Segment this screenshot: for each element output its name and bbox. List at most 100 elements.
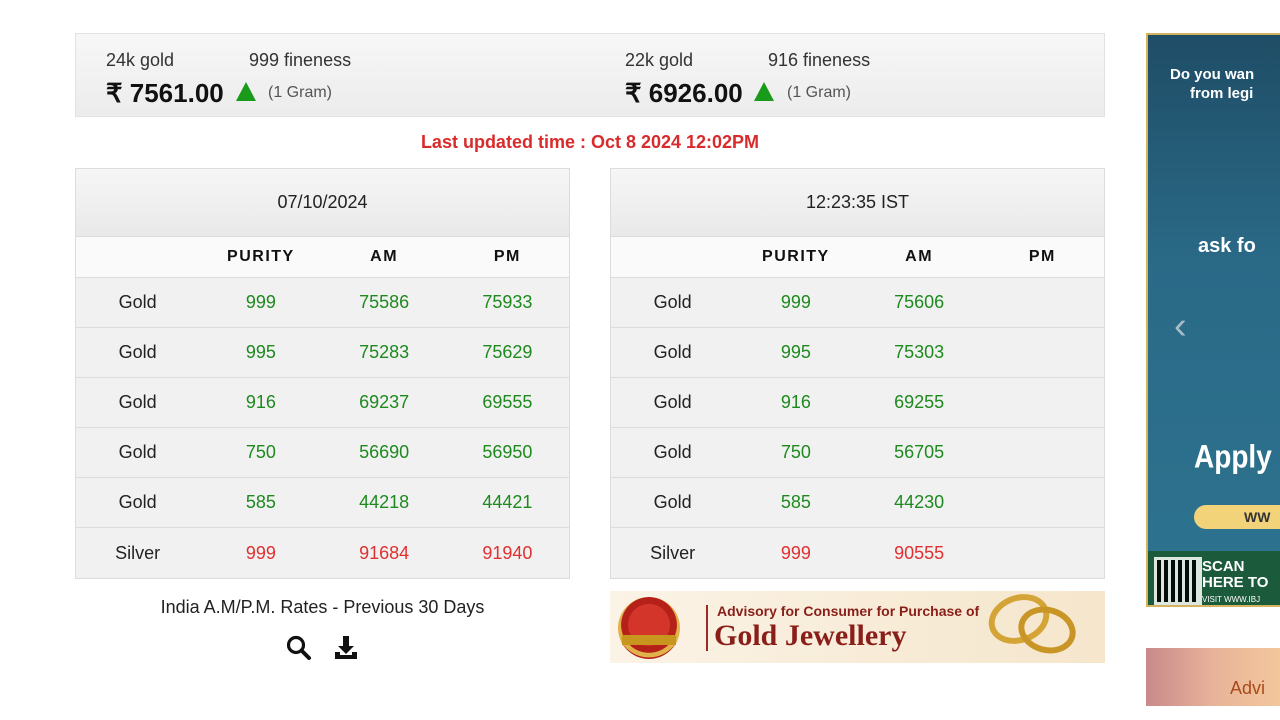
advisory-title: Gold Jewellery bbox=[714, 619, 907, 652]
purity-cell: 750 bbox=[245, 442, 276, 462]
gold-22k-label: 22k gold bbox=[625, 50, 694, 70]
ad-scan-text: SCAN HERE TO bbox=[1202, 559, 1268, 591]
gold-22k-price: ₹ 6926.00 bbox=[625, 78, 743, 108]
previous-rates-label: India A.M/P.M. Rates - Previous 30 Days bbox=[160, 597, 485, 617]
chevron-left-icon[interactable]: ‹ bbox=[1174, 305, 1187, 348]
metal-cell: Gold bbox=[653, 392, 692, 412]
pm-rate-cell: 75933 bbox=[482, 292, 533, 312]
table-column-headers: PURITY AM PM bbox=[76, 237, 569, 278]
table-row: Gold 995 75303 bbox=[611, 328, 1104, 378]
table-row: Gold 585 44230 bbox=[611, 478, 1104, 528]
table-row: Gold 750 56705 bbox=[611, 428, 1104, 478]
metal-cell: Gold bbox=[118, 442, 157, 462]
table-date-heading: 07/10/2024 bbox=[76, 169, 569, 237]
ad-ask-text: ask fo bbox=[1198, 235, 1256, 257]
am-rate-cell: 90555 bbox=[894, 542, 945, 563]
am-rate-cell: 91684 bbox=[359, 542, 410, 563]
table-row: Silver 999 90555 bbox=[611, 528, 1104, 578]
table-row: Gold 750 56690 56950 bbox=[76, 428, 569, 478]
ad-pill-text: WW bbox=[1244, 509, 1271, 525]
ad-headline-line1: Do you wan bbox=[1170, 66, 1255, 83]
column-header-purity: PURITY bbox=[227, 248, 295, 265]
metal-cell: Gold bbox=[653, 292, 692, 312]
purity-cell: 999 bbox=[245, 542, 276, 563]
pm-rate-cell: 69555 bbox=[482, 392, 533, 412]
purity-cell: 999 bbox=[780, 542, 811, 563]
am-rate-cell: 69255 bbox=[894, 392, 945, 412]
price-summary-bar: 24k gold 999 fineness ₹ 7561.00 (1 Gram)… bbox=[75, 33, 1105, 117]
table-row: Silver 999 91684 91940 bbox=[76, 528, 569, 578]
advisory-banner[interactable]: Advisory for Consumer for Purchase of Go… bbox=[610, 591, 1105, 663]
qr-code-icon bbox=[1154, 557, 1202, 605]
purity-cell: 995 bbox=[245, 342, 276, 362]
metal-cell: Gold bbox=[118, 292, 157, 312]
metal-cell: Gold bbox=[653, 342, 692, 362]
search-icon[interactable] bbox=[285, 634, 313, 662]
table-column-headers: PURITY AM PM bbox=[611, 237, 1104, 278]
column-header-pm: PM bbox=[1028, 248, 1056, 265]
ad-headline-line2: from legi bbox=[1190, 85, 1254, 102]
table-row: Gold 916 69237 69555 bbox=[76, 378, 569, 428]
ad-scan-line2: HERE TO bbox=[1202, 574, 1269, 591]
metal-cell: Gold bbox=[653, 442, 692, 462]
gold-22k-unit: (1 Gram) bbox=[787, 84, 851, 101]
gold-24k-label: 24k gold bbox=[106, 50, 175, 70]
table-row: Gold 585 44218 44421 bbox=[76, 478, 569, 528]
am-rate-cell: 75586 bbox=[359, 292, 410, 312]
metal-cell: Silver bbox=[115, 542, 161, 563]
metal-cell: Gold bbox=[118, 392, 157, 412]
purity-cell: 916 bbox=[780, 392, 811, 412]
metal-cell: Gold bbox=[118, 342, 157, 362]
am-rate-cell: 56690 bbox=[359, 442, 410, 462]
pm-rate-cell: 75629 bbox=[482, 342, 533, 362]
purity-cell: 995 bbox=[780, 342, 811, 362]
side-advertisement-2[interactable]: Advi bbox=[1146, 648, 1280, 706]
last-updated-time: Last updated time : Oct 8 2024 12:02PM bbox=[420, 132, 760, 152]
gold-22k-fineness: 916 fineness bbox=[768, 50, 871, 70]
purity-cell: 999 bbox=[245, 292, 276, 312]
purity-cell: 585 bbox=[245, 492, 276, 512]
metal-cell: Gold bbox=[653, 492, 692, 512]
column-header-am: AM bbox=[370, 248, 399, 265]
column-header-am: AM bbox=[905, 248, 934, 265]
emblem-seal-icon bbox=[618, 597, 680, 659]
am-rate-cell: 75606 bbox=[894, 292, 945, 312]
gold-24k-price: ₹ 7561.00 bbox=[106, 78, 224, 108]
table-row: Gold 999 75606 bbox=[611, 278, 1104, 328]
am-rate-cell: 75303 bbox=[894, 342, 945, 362]
gold-24k-unit: (1 Gram) bbox=[268, 84, 332, 101]
ad-headline: Do you wan from legi bbox=[1170, 65, 1254, 103]
advisory-subtitle: Advisory for Consumer for Purchase of bbox=[717, 603, 980, 619]
table-row: Gold 995 75283 75629 bbox=[76, 328, 569, 378]
trend-up-icon bbox=[754, 82, 774, 101]
side-advertisement[interactable]: Do you wan from legi ask fo ‹ Apply I WW… bbox=[1146, 33, 1280, 607]
am-rate-cell: 44218 bbox=[359, 492, 410, 512]
am-rate-cell: 56705 bbox=[894, 442, 945, 462]
purity-cell: 916 bbox=[245, 392, 276, 412]
metal-cell: Gold bbox=[118, 492, 157, 512]
purity-cell: 999 bbox=[780, 292, 811, 312]
metal-cell: Silver bbox=[650, 542, 696, 563]
ad-scan-line1: SCAN bbox=[1202, 558, 1245, 575]
ad2-text: Advi bbox=[1230, 678, 1266, 698]
column-header-purity: PURITY bbox=[762, 248, 830, 265]
am-rate-cell: 44230 bbox=[894, 492, 945, 512]
ad-apply-text: Apply I bbox=[1194, 438, 1280, 475]
am-rate-cell: 75283 bbox=[359, 342, 410, 362]
download-icon[interactable] bbox=[332, 634, 360, 662]
column-header-pm: PM bbox=[493, 248, 521, 265]
seal-ribbon bbox=[622, 635, 676, 645]
ad-url: VISIT WWW.IBJ bbox=[1202, 595, 1261, 604]
pm-rate-cell: 91940 bbox=[482, 542, 533, 563]
table-row: Gold 916 69255 bbox=[611, 378, 1104, 428]
table-time-heading: 12:23:35 IST bbox=[611, 169, 1104, 237]
purity-cell: 585 bbox=[780, 492, 811, 512]
purity-cell: 750 bbox=[780, 442, 811, 462]
rates-table-previous-day: 07/10/2024 PURITY AM PM Gold 999 75586 7… bbox=[75, 168, 570, 579]
gold-24k-fineness: 999 fineness bbox=[249, 50, 352, 70]
table-row: Gold 999 75586 75933 bbox=[76, 278, 569, 328]
rates-table-today: 12:23:35 IST PURITY AM PM Gold 999 75606… bbox=[610, 168, 1105, 579]
pm-rate-cell: 56950 bbox=[482, 442, 533, 462]
banner-divider bbox=[706, 605, 708, 651]
am-rate-cell: 69237 bbox=[359, 392, 410, 412]
